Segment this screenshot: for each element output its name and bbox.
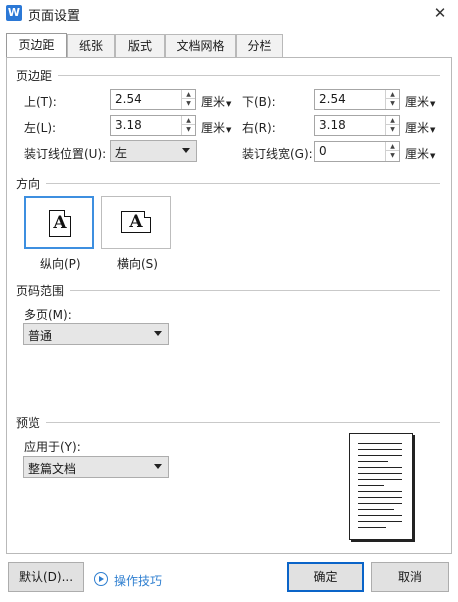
chevron-down-icon: ▼ bbox=[226, 100, 232, 108]
top-margin-value[interactable]: 2.54 bbox=[115, 92, 142, 106]
tab-document-grid[interactable]: 文档网格 bbox=[165, 34, 236, 58]
spin-up-icon[interactable]: ▲ bbox=[386, 90, 399, 99]
spinner-arrows: ▲ ▼ bbox=[181, 90, 195, 109]
unit-label: 厘米 bbox=[405, 121, 430, 135]
spin-down-icon[interactable]: ▼ bbox=[386, 125, 399, 134]
landscape-label: 横向(S) bbox=[117, 257, 158, 271]
unit-label: 厘米 bbox=[201, 121, 226, 135]
left-margin-label: 左(L): bbox=[24, 121, 57, 135]
chevron-down-icon: ▼ bbox=[430, 126, 436, 134]
portrait-button[interactable]: A bbox=[24, 196, 94, 249]
dropdown-arrow-icon bbox=[154, 331, 162, 336]
landscape-page-icon: A bbox=[121, 211, 151, 233]
tab-bar: 页边距 纸张 版式 文档网格 分栏 bbox=[6, 33, 452, 58]
cancel-button[interactable]: 取消 bbox=[371, 562, 449, 592]
right-margin-unit-dropdown[interactable]: 厘米▼ bbox=[405, 119, 435, 136]
multiple-pages-label: 多页(M): bbox=[24, 308, 72, 322]
page-range-section-label: 页码范围 bbox=[16, 284, 65, 298]
left-margin-spinner[interactable]: 3.18 ▲ ▼ bbox=[110, 115, 196, 136]
spin-down-icon[interactable]: ▼ bbox=[386, 99, 399, 108]
divider bbox=[46, 183, 440, 184]
right-margin-label: 右(R): bbox=[242, 121, 276, 135]
wps-writer-icon: W bbox=[6, 5, 22, 21]
bottom-margin-label: 下(B): bbox=[242, 95, 276, 109]
tab-paper[interactable]: 纸张 bbox=[67, 34, 115, 58]
right-margin-value[interactable]: 3.18 bbox=[319, 118, 346, 132]
ok-button[interactable]: 确定 bbox=[287, 562, 364, 592]
dialog-title: 页面设置 bbox=[28, 9, 81, 24]
unit-label: 厘米 bbox=[405, 147, 430, 161]
portrait-label: 纵向(P) bbox=[40, 257, 81, 271]
margins-section-label: 页边距 bbox=[16, 69, 53, 83]
default-button[interactable]: 默认(D)... bbox=[8, 562, 84, 592]
spin-down-icon[interactable]: ▼ bbox=[386, 151, 399, 160]
bottom-margin-value[interactable]: 2.54 bbox=[319, 92, 346, 106]
spinner-arrows: ▲ ▼ bbox=[385, 90, 399, 109]
divider bbox=[46, 422, 440, 423]
spinner-arrows: ▲ ▼ bbox=[385, 142, 399, 161]
divider bbox=[70, 290, 440, 291]
spin-up-icon[interactable]: ▲ bbox=[182, 116, 195, 125]
bottom-margin-unit-dropdown[interactable]: 厘米▼ bbox=[405, 93, 435, 110]
gutter-width-label: 装订线宽(G): bbox=[242, 147, 313, 161]
apply-to-value: 整篇文档 bbox=[28, 462, 77, 476]
spin-down-icon[interactable]: ▼ bbox=[182, 125, 195, 134]
spin-up-icon[interactable]: ▲ bbox=[386, 116, 399, 125]
spinner-arrows: ▲ ▼ bbox=[385, 116, 399, 135]
tab-margins[interactable]: 页边距 bbox=[6, 33, 67, 58]
close-icon[interactable]: ✕ bbox=[426, 2, 454, 24]
spin-up-icon[interactable]: ▲ bbox=[386, 142, 399, 151]
tips-link[interactable]: 操作技巧 bbox=[114, 572, 162, 589]
multiple-pages-select[interactable]: 普通 bbox=[23, 323, 169, 345]
right-margin-spinner[interactable]: 3.18 ▲ ▼ bbox=[314, 115, 400, 136]
tab-layout[interactable]: 版式 bbox=[115, 34, 165, 58]
gutter-position-select[interactable]: 左 bbox=[110, 140, 197, 162]
dropdown-arrow-icon bbox=[182, 148, 190, 153]
left-margin-unit-dropdown[interactable]: 厘米▼ bbox=[201, 119, 231, 136]
left-margin-value[interactable]: 3.18 bbox=[115, 118, 142, 132]
preview-section-label: 预览 bbox=[16, 416, 41, 430]
divider bbox=[58, 75, 440, 76]
gutter-position-value: 左 bbox=[115, 146, 128, 160]
page-preview-thumbnail bbox=[349, 433, 413, 540]
apply-to-label: 应用于(Y): bbox=[24, 440, 81, 454]
gutter-width-value[interactable]: 0 bbox=[319, 144, 327, 158]
chevron-down-icon: ▼ bbox=[226, 126, 232, 134]
unit-label: 厘米 bbox=[405, 95, 430, 109]
chevron-down-icon: ▼ bbox=[430, 100, 436, 108]
top-margin-label: 上(T): bbox=[24, 95, 57, 109]
gutter-position-label: 装订线位置(U): bbox=[24, 147, 107, 161]
spin-up-icon[interactable]: ▲ bbox=[182, 90, 195, 99]
title-bar: W 页面设置 ✕ bbox=[0, 0, 458, 27]
gutter-width-spinner[interactable]: 0 ▲ ▼ bbox=[314, 141, 400, 162]
unit-label: 厘米 bbox=[201, 95, 226, 109]
apply-to-select[interactable]: 整篇文档 bbox=[23, 456, 169, 478]
chevron-down-icon: ▼ bbox=[430, 152, 436, 160]
dropdown-arrow-icon bbox=[154, 464, 162, 469]
top-margin-unit-dropdown[interactable]: 厘米▼ bbox=[201, 93, 231, 110]
tab-columns[interactable]: 分栏 bbox=[236, 34, 283, 58]
gutter-width-unit-dropdown[interactable]: 厘米▼ bbox=[405, 145, 435, 162]
bottom-margin-spinner[interactable]: 2.54 ▲ ▼ bbox=[314, 89, 400, 110]
multiple-pages-value: 普通 bbox=[28, 329, 53, 343]
spinner-arrows: ▲ ▼ bbox=[181, 116, 195, 135]
orientation-section-label: 方向 bbox=[16, 177, 41, 191]
top-margin-spinner[interactable]: 2.54 ▲ ▼ bbox=[110, 89, 196, 110]
spin-down-icon[interactable]: ▼ bbox=[182, 99, 195, 108]
landscape-button[interactable]: A bbox=[101, 196, 171, 249]
play-circle-icon[interactable] bbox=[94, 572, 108, 586]
portrait-page-icon: A bbox=[49, 210, 71, 237]
